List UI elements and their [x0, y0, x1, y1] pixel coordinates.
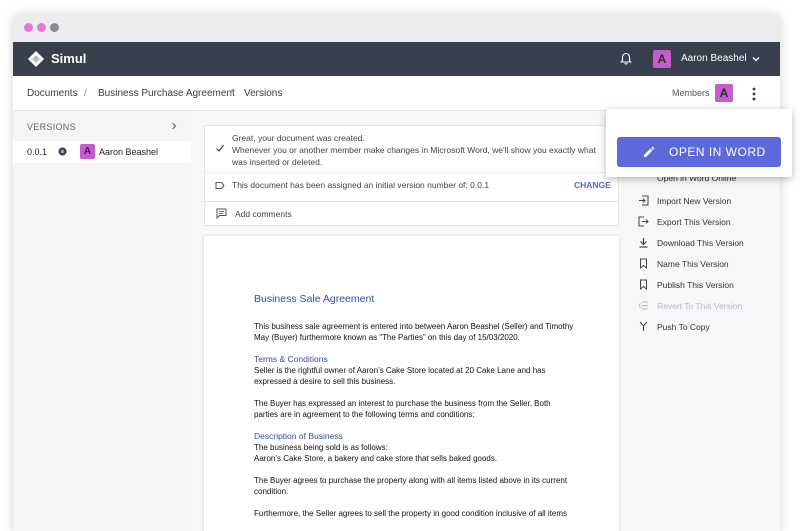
action-label: Publish This Version: [657, 280, 734, 290]
document-paragraph: Aaron’s Cake Store, a bakery and cake st…: [254, 454, 498, 463]
simul-logo-icon: [28, 51, 44, 67]
document-body: Business Sale Agreement This business sa…: [254, 294, 574, 530]
member-avatar[interactable]: A: [715, 84, 733, 102]
action-download-this-version[interactable]: Download This Version: [638, 236, 778, 252]
window-dot-1[interactable]: [24, 23, 33, 32]
title-bar: [13, 13, 780, 42]
breadcrumb-separator: /: [230, 88, 233, 99]
action-label: Export This Version: [657, 217, 731, 227]
change-version-button[interactable]: CHANGE: [574, 180, 611, 190]
pencil-icon: [644, 146, 655, 157]
open-in-word-button[interactable]: OPEN IN WORD: [617, 137, 781, 167]
version-status-icon: [58, 147, 67, 156]
chevron-right-icon[interactable]: [170, 122, 178, 130]
version-assigned-text: This document has been assigned an initi…: [232, 180, 490, 190]
document-paragraph: Furthermore, the Seller agrees to sell t…: [254, 509, 568, 518]
action-label: Import New Version: [657, 196, 732, 206]
document-paragraph: The business being sold is as follows:: [254, 443, 388, 452]
version-author-avatar: A: [80, 144, 95, 159]
action-export-this-version[interactable]: Export This Version: [638, 215, 778, 231]
chevron-down-icon[interactable]: [751, 54, 761, 64]
revert-icon: [638, 301, 648, 310]
notice-line-1: Great, your document was created.: [232, 133, 365, 143]
user-name[interactable]: Aaron Beashel: [681, 53, 747, 64]
app-window: Simul A Aaron Beashel Documents / Busine…: [13, 13, 780, 531]
add-comments-label: Add comments: [235, 209, 292, 219]
action-import-new-version[interactable]: Import New Version: [638, 194, 778, 210]
user-avatar[interactable]: A: [653, 50, 671, 68]
export-icon: [638, 216, 649, 227]
document-heading: Terms & Conditions: [254, 354, 328, 364]
more-options-icon[interactable]: [751, 86, 757, 102]
versions-heading: VERSIONS: [27, 122, 76, 132]
version-author: Aaron Beashel: [99, 147, 159, 157]
divider: [205, 172, 618, 173]
download-icon: [639, 238, 648, 248]
action-label: Push To Copy: [657, 322, 710, 332]
checkmark-icon: [216, 144, 224, 152]
versions-header[interactable]: VERSIONS: [13, 111, 191, 141]
breadcrumb: Documents / Business Purchase Agreement …: [13, 76, 780, 111]
version-row[interactable]: 0.0.1 A Aaron Beashel: [13, 141, 191, 163]
document-paragraph: The Buyer agrees to purchase the propert…: [254, 476, 568, 496]
bookmark-outline-icon: [640, 279, 647, 290]
action-label: Download This Version: [657, 238, 744, 248]
action-name-this-version[interactable]: Name This Version: [638, 257, 778, 273]
members-label: Members: [672, 88, 710, 98]
top-navbar: Simul A Aaron Beashel: [13, 42, 780, 76]
window-dot-2[interactable]: [37, 23, 46, 32]
document-paragraph: Seller is the rightful owner of Aaron’s …: [254, 366, 546, 386]
document-paragraph: This business sale agreement is entered …: [254, 322, 574, 342]
versions-sidebar: VERSIONS 0.0.1 A Aaron Beashel: [13, 111, 191, 531]
open-in-word-popover: OPEN IN WORD: [606, 109, 792, 177]
notification-bell-icon[interactable]: [619, 52, 633, 66]
action-revert-to-this-version[interactable]: Revert To This Version: [638, 299, 778, 315]
breadcrumb-document-name[interactable]: Business Purchase Agreement: [98, 88, 235, 99]
open-in-word-label: OPEN IN WORD: [669, 145, 766, 159]
document-paragraph: The Buyer has expressed an interest to p…: [254, 399, 551, 419]
breadcrumb-separator: /: [84, 88, 87, 99]
add-comments-bar[interactable]: Add comments: [204, 202, 619, 226]
version-number: 0.0.1: [27, 147, 48, 157]
bookmark-icon: [640, 258, 647, 269]
action-label: Revert To This Version: [657, 301, 743, 311]
notice-line-2: Whenever you or another member make chan…: [232, 145, 596, 167]
brand-name[interactable]: Simul: [51, 51, 86, 66]
merge-icon: [639, 321, 648, 331]
document-preview[interactable]: Business Sale Agreement This business sa…: [204, 236, 619, 531]
window-dot-3[interactable]: [50, 23, 59, 32]
notice-card: Great, your document was created. Whenev…: [204, 125, 619, 202]
tag-icon: [215, 182, 225, 189]
comment-icon: [216, 208, 227, 219]
breadcrumb-versions: Versions: [244, 88, 283, 99]
action-publish-this-version[interactable]: Publish This Version: [638, 278, 778, 294]
document-title: Business Sale Agreement: [254, 293, 375, 305]
action-label: Name This Version: [657, 259, 729, 269]
action-push-to-copy[interactable]: Push To Copy: [638, 320, 778, 336]
document-heading: Description of Business: [254, 431, 343, 441]
breadcrumb-documents[interactable]: Documents: [27, 88, 78, 99]
import-icon: [639, 195, 649, 206]
notice-message: Great, your document was created. Whenev…: [232, 132, 602, 168]
